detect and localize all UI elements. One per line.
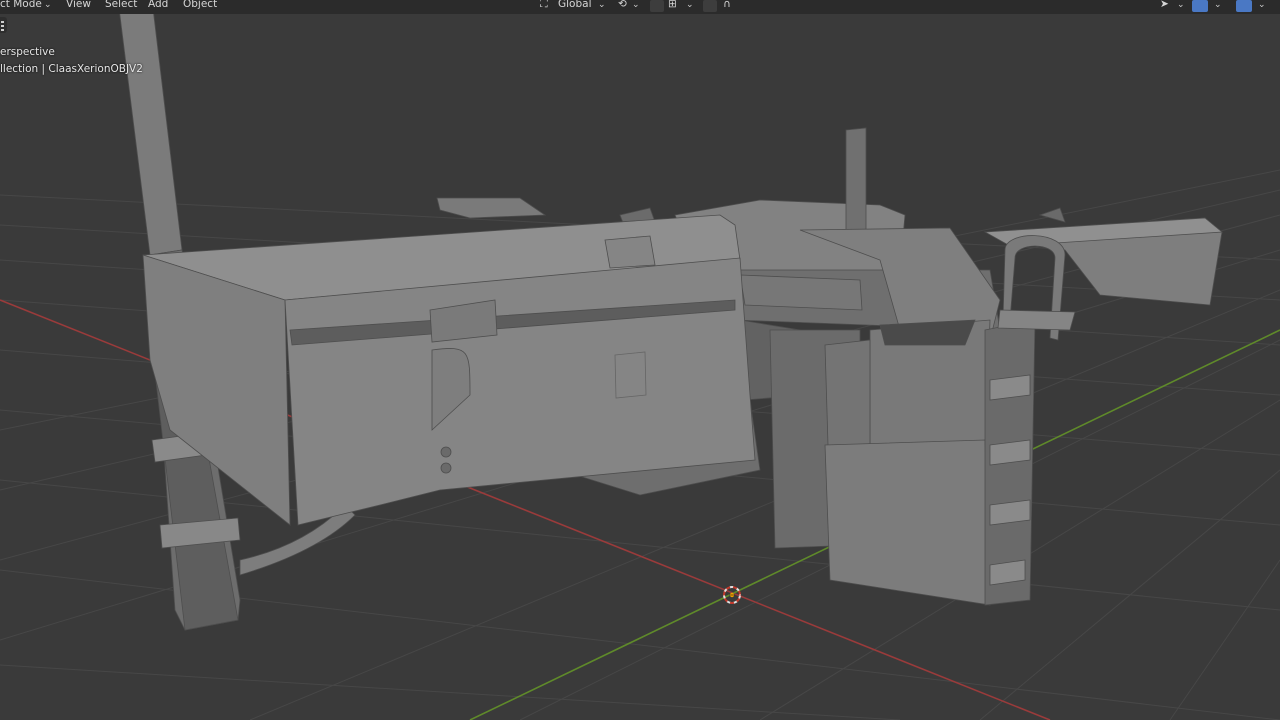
view-perspective-label: erspective — [0, 46, 55, 58]
viewport-header: ct Mode ⌄ View Select Add Object ⛶ Globa… — [0, 0, 1280, 14]
snap-icon[interactable] — [650, 0, 664, 12]
toolbar-toggle-button[interactable] — [0, 17, 7, 33]
menu-view[interactable]: View — [66, 0, 91, 11]
menu-object[interactable]: Object — [183, 0, 217, 11]
overlay-icon[interactable] — [1236, 0, 1252, 12]
orientation-selector[interactable]: Global — [558, 0, 592, 11]
pivot-icon[interactable]: ⟲ — [618, 0, 627, 11]
snap-grid-icon[interactable]: ⊞ — [668, 0, 677, 11]
gizmo-chevron-icon: ⌄ — [1214, 0, 1222, 10]
selectability-icon[interactable]: ➤ — [1160, 0, 1169, 11]
overlay-chevron-icon: ⌄ — [1258, 0, 1266, 10]
snap-chevron-icon: ⌄ — [686, 0, 694, 10]
3d-viewport[interactable]: ct Mode ⌄ View Select Add Object ⛶ Globa… — [0, 0, 1280, 720]
pivot-chevron-icon: ⌄ — [632, 0, 640, 10]
orientation-chevron-icon: ⌄ — [598, 0, 606, 10]
mode-chevron-icon: ⌄ — [44, 0, 52, 10]
transform-orientation-icon: ⛶ — [540, 0, 548, 10]
falloff-icon[interactable]: ∩ — [723, 0, 731, 11]
selectability-chevron-icon: ⌄ — [1177, 0, 1185, 10]
menu-select[interactable]: Select — [105, 0, 137, 11]
gizmo-icon[interactable] — [1192, 0, 1208, 12]
viewport-scene[interactable] — [0, 0, 1280, 720]
mode-selector[interactable]: ct Mode — [0, 0, 42, 11]
collection-path-label: llection | ClaasXerionOBJV2 — [0, 63, 143, 75]
proportional-edit-icon[interactable] — [703, 0, 717, 12]
menu-add[interactable]: Add — [148, 0, 168, 11]
